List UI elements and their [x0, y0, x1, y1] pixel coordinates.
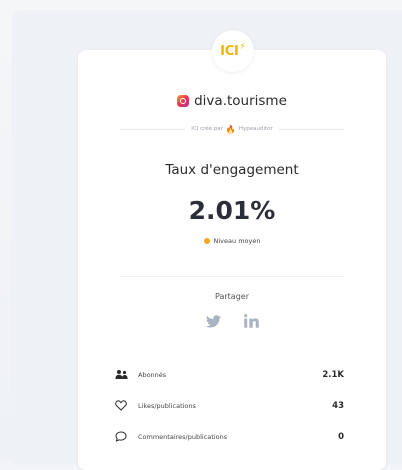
divider-left	[120, 128, 186, 130]
level-label: Niveau moyen	[213, 237, 261, 245]
metric-value: 2.01%	[188, 196, 276, 225]
hypeauditor-flame-icon: 🔥	[225, 124, 236, 134]
made-by-tool: Hypeauditor	[238, 126, 273, 132]
engagement-card: diva.tourisme ICI créé par 🔥 Hypeauditor…	[78, 50, 386, 470]
stat-label: Abonnés	[138, 370, 167, 379]
share-label: Partager	[215, 292, 249, 301]
heart-icon	[114, 399, 128, 413]
stat-value: 0	[338, 431, 344, 442]
twitter-share-button[interactable]	[204, 312, 222, 330]
section-divider	[120, 276, 344, 277]
stats-list: Abonnés 2.1K Likes/publications 43 Comme…	[114, 359, 344, 452]
ici-logo: ICI ⚡	[212, 30, 254, 72]
stat-row-comments: Commentaires/publications 0	[114, 421, 344, 452]
level-indicator: Niveau moyen	[78, 237, 386, 245]
linkedin-share-button[interactable]	[242, 312, 260, 330]
stat-row-likes: Likes/publications 43	[114, 390, 344, 421]
stat-value: 2.1K	[322, 369, 344, 380]
followers-icon	[114, 368, 128, 382]
logo-text: ICI	[220, 43, 239, 59]
share-buttons	[78, 312, 386, 330]
level-dot-icon	[203, 238, 210, 244]
stat-label: Likes/publications	[138, 401, 196, 410]
twitter-icon	[205, 314, 221, 327]
account-handle: diva.tourisme	[194, 93, 287, 109]
account-header: diva.tourisme	[78, 93, 386, 109]
metric-title: Taux d'engagement	[165, 162, 299, 178]
comment-icon	[114, 430, 128, 444]
logo-spark-icon: ⚡	[239, 42, 246, 52]
made-by-text: ICI créé par	[191, 126, 223, 132]
made-by-credit: ICI créé par 🔥 Hypeauditor	[191, 125, 273, 134]
divider-right	[278, 128, 345, 130]
instagram-icon	[177, 95, 190, 107]
made-by-row: ICI créé par 🔥 Hypeauditor	[120, 123, 345, 135]
linkedin-icon	[243, 314, 259, 328]
stat-label: Commentaires/publications	[138, 432, 228, 441]
stat-row-followers: Abonnés 2.1K	[114, 359, 344, 390]
stat-value: 43	[332, 400, 344, 411]
